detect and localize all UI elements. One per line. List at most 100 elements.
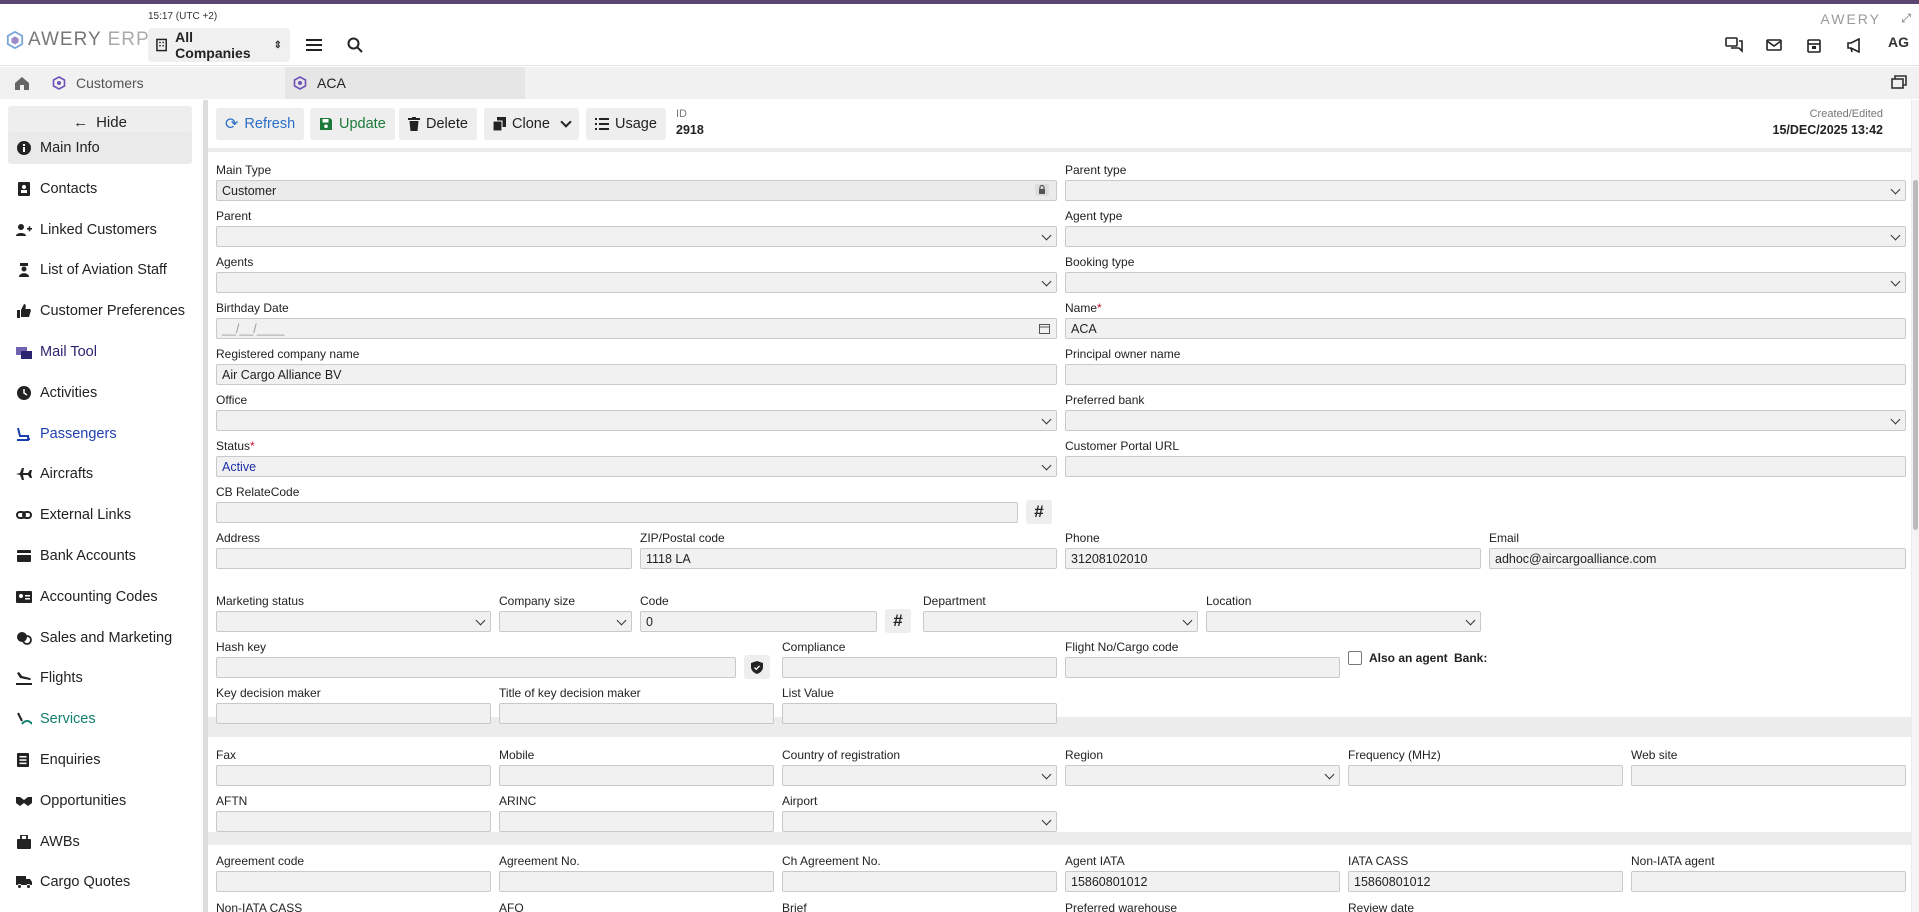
agent-type-select[interactable] (1065, 226, 1906, 247)
hash-icon[interactable]: # (885, 609, 911, 633)
office-select[interactable] (216, 410, 1057, 431)
sales-icon (16, 630, 32, 646)
frequency-label: Frequency (MHz) (1348, 748, 1441, 762)
app-logo[interactable]: AWERY ERP (6, 29, 150, 51)
sidebar-item-linked-customers[interactable]: Linked Customers (8, 214, 192, 246)
clone-button[interactable]: Clone (484, 108, 579, 140)
hash-icon[interactable]: # (1026, 500, 1052, 524)
megaphone-icon[interactable] (1843, 34, 1865, 56)
parent-select[interactable] (216, 226, 1057, 247)
fax-input[interactable] (216, 765, 491, 786)
company-select[interactable]: All Companies ⇕ (148, 28, 290, 62)
aftn-input[interactable] (216, 811, 491, 832)
sidebar-item-main-info[interactable]: Main Info (8, 132, 192, 164)
country-select[interactable] (782, 765, 1057, 786)
sidebar-item-passengers[interactable]: Passengers (8, 418, 192, 450)
key-decision-maker-input[interactable] (216, 703, 491, 724)
usage-button[interactable]: Usage (586, 108, 666, 140)
sidebar-item-opportunities[interactable]: Opportunities (8, 785, 192, 817)
agents-select[interactable] (216, 272, 1057, 293)
list-value-input[interactable] (782, 703, 1057, 724)
non-iata-agent-input[interactable] (1631, 871, 1906, 892)
sidebar-item-services[interactable]: Services (8, 703, 192, 735)
marketing-status-select[interactable] (216, 611, 491, 632)
department-select[interactable] (923, 611, 1198, 632)
code-input[interactable]: 0 (640, 611, 877, 632)
company-size-select[interactable] (499, 611, 632, 632)
sidebar-item-external-links[interactable]: External Links (8, 499, 192, 531)
sidebar-item-cargo-quotes[interactable]: Cargo Quotes (8, 866, 192, 898)
tab-customers[interactable]: Customers (52, 67, 144, 99)
scrollbar-thumb[interactable] (1913, 180, 1918, 530)
compliance-label: Compliance (782, 640, 846, 654)
ch-agreement-no-input[interactable] (782, 871, 1057, 892)
phone-input[interactable]: 31208102010 (1065, 548, 1481, 569)
chat-icon[interactable] (1723, 34, 1745, 56)
parent-type-select[interactable] (1065, 180, 1906, 201)
sidebar-item-accounting-codes[interactable]: Accounting Codes (8, 581, 192, 613)
search-icon[interactable] (344, 34, 366, 56)
agent-iata-input[interactable]: 15860801012 (1065, 871, 1340, 892)
airport-select[interactable] (782, 811, 1057, 832)
calendar-icon[interactable] (1039, 322, 1050, 337)
update-button[interactable]: Update (310, 108, 395, 140)
flight-no-input[interactable] (1065, 657, 1340, 678)
agreement-no-input[interactable] (499, 871, 774, 892)
tab-aca[interactable]: ACA (285, 67, 525, 99)
refresh-button[interactable]: ⟳ Refresh (216, 108, 305, 140)
restore-window-icon[interactable] (1891, 75, 1907, 92)
zip-input[interactable]: 1118 LA (640, 548, 1057, 569)
portal-url-input[interactable] (1065, 456, 1906, 477)
vertical-scrollbar[interactable] (1912, 100, 1919, 912)
region-select[interactable] (1065, 765, 1340, 786)
name-label: Name* (1065, 301, 1102, 315)
cb-relate-input[interactable] (216, 502, 1018, 523)
mobile-input[interactable] (499, 765, 774, 786)
expand-icon[interactable]: ⤢ (1901, 11, 1911, 26)
registered-name-input[interactable]: Air Cargo Alliance BV (216, 364, 1057, 385)
also-agent-checkbox[interactable] (1348, 651, 1362, 665)
agreement-code-input[interactable] (216, 871, 491, 892)
sidebar-item-contacts[interactable]: Contacts (8, 173, 192, 205)
principal-owner-input[interactable] (1065, 364, 1906, 385)
user-avatar[interactable]: AG (1888, 34, 1909, 50)
sidebar-item-awbs[interactable]: AWBs (8, 826, 192, 858)
mail-icon[interactable] (1763, 34, 1785, 56)
name-input[interactable]: ACA (1065, 318, 1906, 339)
frequency-input[interactable] (1348, 765, 1623, 786)
shield-icon[interactable] (744, 655, 770, 679)
arinc-input[interactable] (499, 811, 774, 832)
sidebar-item-aircrafts[interactable]: Aircrafts (8, 458, 192, 490)
menu-icon[interactable] (303, 34, 325, 56)
airport-label: Airport (782, 794, 818, 808)
compliance-input[interactable] (782, 657, 1057, 678)
calendar-icon[interactable] (1803, 34, 1825, 56)
sidebar-item-customer-preferences[interactable]: Customer Preferences (8, 295, 192, 327)
sidebar-item-activities[interactable]: Activities (8, 377, 192, 409)
save-icon (320, 118, 332, 130)
sidebar-item-bank-accounts[interactable]: Bank Accounts (8, 540, 192, 572)
sidebar-item-mail-tool[interactable]: Mail Tool (8, 336, 192, 368)
mobile-label: Mobile (499, 748, 535, 762)
address-input[interactable] (216, 548, 632, 569)
sidebar-item-enquiries[interactable]: Enquiries (8, 744, 192, 776)
status-select[interactable]: Active (216, 456, 1057, 477)
booking-type-select[interactable] (1065, 272, 1906, 293)
building-icon (156, 38, 167, 52)
iata-cass-label: IATA CASS (1348, 854, 1409, 868)
hash-key-input[interactable] (216, 657, 736, 678)
title-kdm-input[interactable] (499, 703, 774, 724)
sidebar-item-list-of-aviation-staff[interactable]: List of Aviation Staff (8, 254, 192, 286)
truck-icon (16, 874, 32, 890)
delete-button[interactable]: Delete (399, 108, 477, 140)
iata-cass-input[interactable]: 15860801012 (1348, 871, 1623, 892)
sidebar-item-flights[interactable]: Flights (8, 662, 192, 694)
preferred-bank-select[interactable] (1065, 410, 1906, 431)
main-type-field: Customer (216, 180, 1057, 201)
birthday-input[interactable]: __/__/____ (216, 318, 1057, 339)
email-input[interactable]: adhoc@aircargoalliance.com (1489, 548, 1906, 569)
tab-home[interactable] (14, 67, 30, 99)
sidebar-item-sales-and-marketing[interactable]: Sales and Marketing (8, 622, 192, 654)
location-select[interactable] (1206, 611, 1481, 632)
website-input[interactable] (1631, 765, 1906, 786)
